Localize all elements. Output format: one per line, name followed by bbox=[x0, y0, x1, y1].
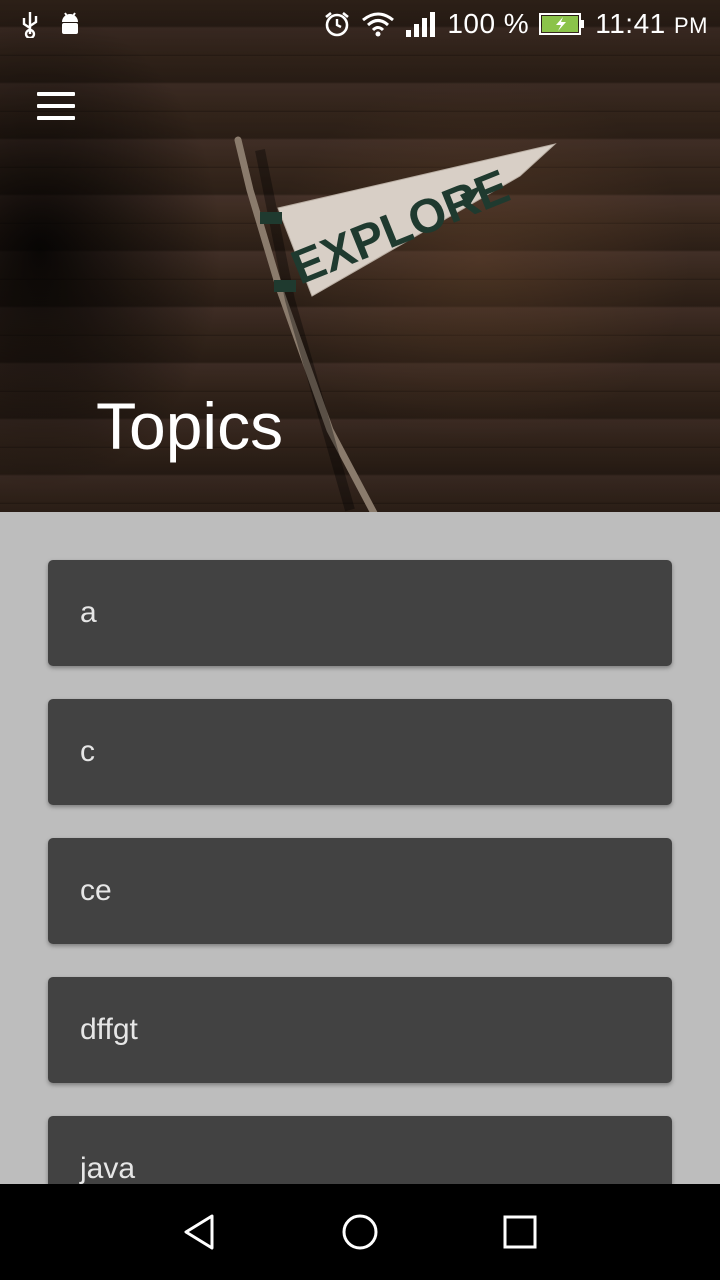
topic-label: dffgt bbox=[80, 1013, 138, 1046]
topic-label: c bbox=[80, 735, 95, 768]
topic-label: ce bbox=[80, 874, 112, 907]
battery-percent: 100 % bbox=[447, 8, 530, 39]
alarm-icon bbox=[325, 11, 350, 37]
usb-icon bbox=[22, 12, 38, 38]
topic-card[interactable]: ce bbox=[48, 838, 672, 944]
back-icon[interactable] bbox=[180, 1212, 220, 1252]
hamburger-menu-icon[interactable] bbox=[30, 84, 82, 128]
topic-label: java bbox=[80, 1152, 136, 1185]
topic-card[interactable]: a bbox=[48, 560, 672, 666]
battery-icon bbox=[539, 13, 585, 35]
topic-label: a bbox=[80, 596, 97, 629]
svg-text:EXPLORE: EXPLORE bbox=[284, 160, 517, 295]
recents-icon[interactable] bbox=[500, 1212, 540, 1252]
signal-icon bbox=[406, 12, 436, 37]
wifi-icon bbox=[362, 12, 395, 37]
android-debug-icon bbox=[62, 12, 78, 34]
clock-time: 11:41 PM bbox=[595, 8, 708, 39]
status-bar: 100 % 11:41 PM bbox=[0, 0, 720, 50]
topic-card[interactable]: dffgt bbox=[48, 977, 672, 1083]
page-title: Topics bbox=[96, 389, 284, 463]
navigation-bar bbox=[0, 1184, 720, 1280]
topic-card[interactable]: c bbox=[48, 699, 672, 805]
topic-list: a c ce dffgt java bbox=[48, 560, 672, 1255]
home-icon[interactable] bbox=[340, 1212, 380, 1252]
